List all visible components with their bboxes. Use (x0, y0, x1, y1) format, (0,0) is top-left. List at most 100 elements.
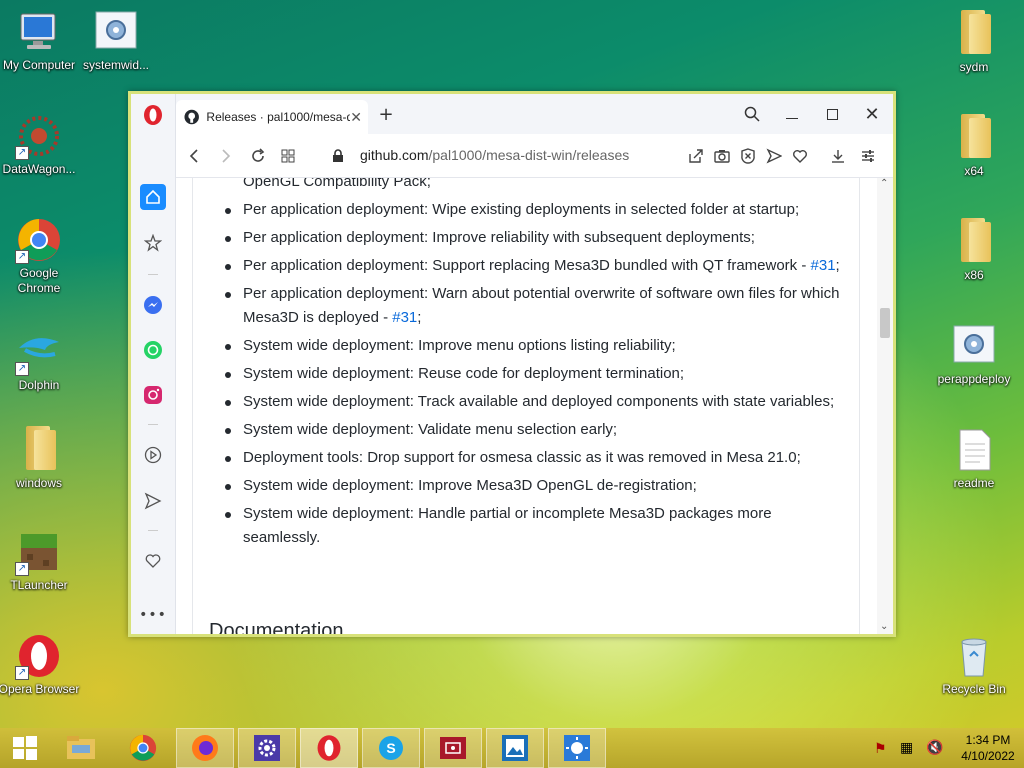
settings-file-icon (92, 8, 140, 56)
url-field[interactable]: github.com/pal1000/mesa-dist-win/release… (360, 147, 629, 163)
send-to-flow-button[interactable] (762, 144, 786, 168)
desktop-icon-systemwide[interactable]: systemwid... (74, 8, 158, 73)
security-button[interactable] (326, 144, 350, 168)
github-icon (184, 109, 199, 125)
release-notes-list: OpenGL Compatibility Pack; Per applicati… (221, 178, 841, 554)
easy-setup-button[interactable] (856, 144, 880, 168)
ad-blocker-button[interactable] (736, 144, 760, 168)
list-item: System wide deployment: Handle partial o… (221, 502, 841, 550)
opera-browser-window[interactable]: ••• Releases · pal1000/mesa-di ✕ + ✕ git… (128, 91, 896, 637)
reload-button[interactable] (246, 144, 270, 168)
taskbar-file-explorer[interactable] (52, 728, 110, 768)
back-button[interactable] (182, 144, 206, 168)
share-icon (689, 149, 703, 163)
vertical-scrollbar[interactable]: ⌃ ⌄ (877, 178, 893, 634)
forward-button[interactable] (214, 144, 238, 168)
clock[interactable]: 1:34 PM 4/10/2022 (958, 732, 1018, 764)
desktop-icon-x86[interactable]: x86 (932, 216, 1016, 283)
desktop-icon-my-computer[interactable]: My Computer (0, 8, 81, 73)
shield-x-icon (741, 148, 755, 164)
close-icon: ✕ (864, 103, 880, 125)
play-circle-icon (144, 446, 162, 464)
list-item: System wide deployment: Improve Mesa3D O… (221, 474, 841, 498)
home-button[interactable] (140, 184, 166, 210)
search-tabs-button[interactable] (740, 102, 764, 126)
messenger-icon (144, 296, 162, 314)
close-button[interactable]: ✕ (860, 102, 884, 126)
downloads-button[interactable] (826, 144, 850, 168)
scroll-down-icon[interactable]: ⌄ (880, 621, 888, 632)
file-explorer-icon (67, 736, 95, 759)
desktop-icon-label: systemwid... (82, 58, 149, 72)
taskbar-settings[interactable] (238, 728, 296, 768)
instagram-button[interactable] (140, 382, 166, 408)
sidebar-more-button[interactable]: ••• (139, 602, 166, 628)
heart-icon (793, 150, 807, 163)
desktop-icon-label: Google Chrome (17, 266, 61, 295)
chevron-right-icon (222, 149, 231, 163)
speed-dial-button[interactable] (276, 144, 300, 168)
lock-icon (333, 149, 343, 162)
taskbar-media[interactable] (424, 728, 482, 768)
messenger-button[interactable] (140, 292, 166, 318)
taskbar-skype[interactable]: S (362, 728, 420, 768)
media-icon (440, 737, 466, 759)
desktop-icon-dolphin[interactable]: ↗ Dolphin (0, 328, 81, 393)
add-bookmark-button[interactable] (788, 144, 812, 168)
dolphin-icon: ↗ (15, 328, 63, 376)
desktop-icon-recycle-bin[interactable]: Recycle Bin (932, 632, 1016, 697)
page-content[interactable]: OpenGL Compatibility Pack; Per applicati… (176, 178, 893, 634)
desktop-icon-perappdeploy[interactable]: perappdeploy (932, 322, 1016, 387)
player-button[interactable] (140, 442, 166, 468)
computer-icon (15, 8, 63, 56)
snapshot-button[interactable] (710, 144, 734, 168)
photos-icon (502, 735, 528, 761)
desktop-icon-label: Recycle Bin (942, 682, 1006, 696)
issue-link[interactable]: #31 (811, 257, 836, 274)
desktop-icon-label: windows (15, 476, 63, 490)
desktop-icon-datawagon[interactable]: ↗ DataWagon... (0, 112, 81, 177)
camera-icon (714, 150, 730, 163)
maximize-button[interactable] (820, 102, 844, 126)
action-center-flag-icon[interactable]: ⚑ (874, 740, 887, 757)
desktop-icon-sydm[interactable]: sydm (932, 8, 1016, 75)
list-item: System wide deployment: Track available … (221, 390, 841, 414)
scroll-thumb[interactable] (880, 308, 890, 338)
whatsapp-icon (144, 341, 162, 359)
desktop-icon-windows-folder[interactable]: windows (0, 424, 81, 491)
start-icon (13, 736, 37, 760)
folder-icon (22, 426, 56, 470)
start-button[interactable] (0, 728, 50, 768)
new-tab-button[interactable]: + (374, 102, 398, 126)
taskbar-brightness[interactable] (548, 728, 606, 768)
bookmarks-button[interactable] (140, 230, 166, 256)
taskbar-firefox[interactable] (176, 728, 234, 768)
desktop-icon-readme[interactable]: readme (932, 426, 1016, 491)
send-button[interactable] (140, 488, 166, 514)
taskbar-photos[interactable] (486, 728, 544, 768)
desktop-icon-x64[interactable]: x64 (932, 112, 1016, 179)
taskbar-chrome[interactable] (114, 728, 172, 768)
minimize-button[interactable] (780, 102, 804, 126)
chrome-icon: ↗ (15, 216, 63, 264)
volume-muted-icon[interactable]: 🔇 (926, 739, 943, 756)
list-item: Per application deployment: Warn about p… (221, 282, 841, 330)
whatsapp-button[interactable] (140, 337, 166, 363)
desktop-icon-opera-browser[interactable]: ↗ Opera Browser (0, 632, 81, 697)
taskbar-opera[interactable] (300, 728, 358, 768)
shortcut-arrow-icon: ↗ (15, 562, 29, 576)
datawagon-icon: ↗ (15, 112, 63, 160)
desktop-icon-google-chrome[interactable]: ↗ Google Chrome (0, 216, 81, 296)
favorites-button[interactable] (140, 548, 166, 574)
tab-close-icon[interactable]: ✕ (350, 109, 362, 126)
network-icon[interactable]: ▦ (900, 739, 913, 756)
issue-link[interactable]: #31 (392, 309, 417, 326)
desktop-icon-label: Opera Browser (0, 682, 80, 696)
desktop-icon-label: x64 (964, 164, 984, 178)
tab-releases[interactable]: Releases · pal1000/mesa-di ✕ (176, 100, 368, 134)
opera-menu-button[interactable] (140, 102, 166, 128)
share-button[interactable] (684, 144, 708, 168)
desktop-icon-tlauncher[interactable]: ↗ TLauncher (0, 528, 81, 593)
shortcut-arrow-icon: ↗ (15, 250, 29, 264)
scroll-up-icon[interactable]: ⌃ (880, 178, 888, 189)
